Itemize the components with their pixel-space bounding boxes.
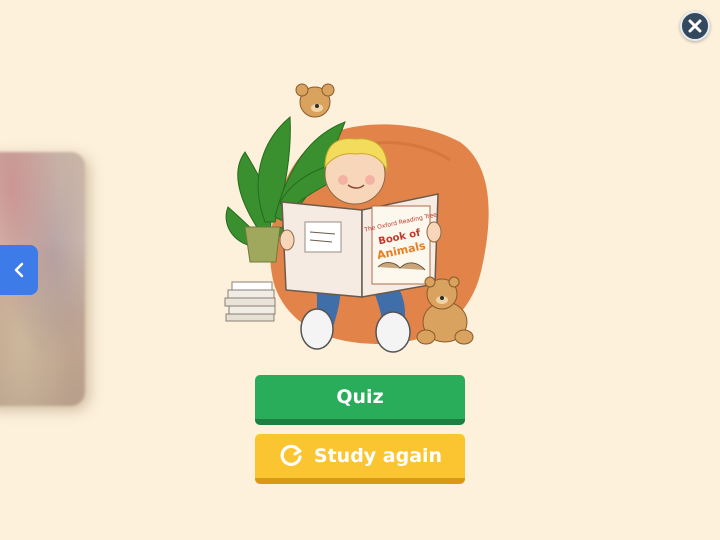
study-again-button[interactable]: Study again — [255, 434, 465, 484]
chevron-left-icon — [14, 262, 24, 278]
study-again-label: Study again — [313, 445, 443, 467]
reading-boy-illustration: The Oxford Reading Tree Book of Animals — [224, 83, 489, 353]
refresh-icon — [278, 443, 304, 469]
quiz-button[interactable]: Quiz — [255, 375, 465, 425]
quiz-button-label: Quiz — [336, 386, 384, 408]
previous-button[interactable] — [0, 245, 38, 295]
close-icon — [688, 19, 702, 33]
close-button[interactable] — [680, 11, 710, 41]
